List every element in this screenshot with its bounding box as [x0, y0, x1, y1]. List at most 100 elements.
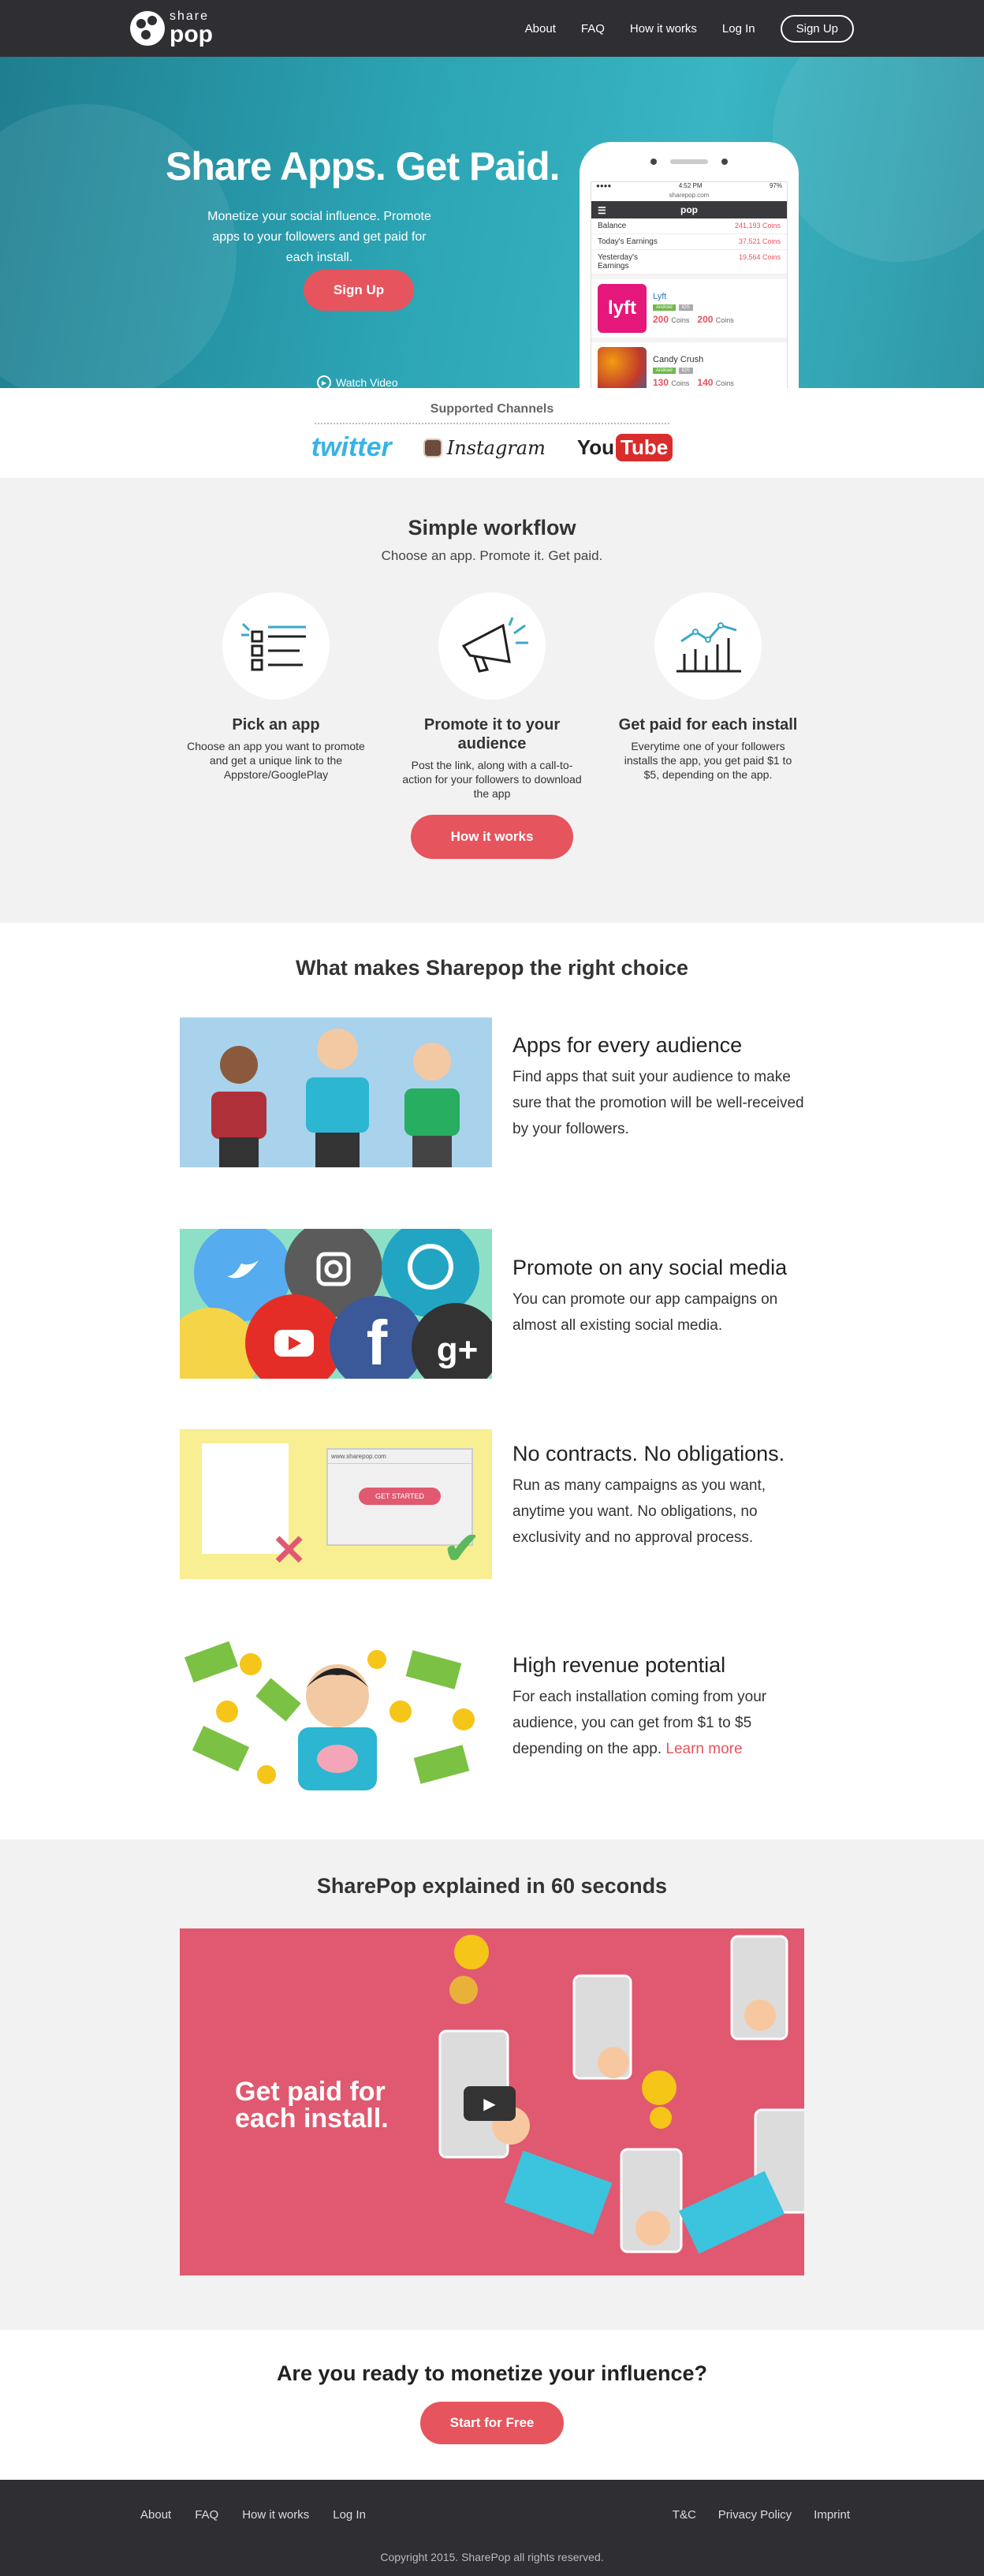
cta-section: Are you ready to monetize your influence… [0, 2330, 984, 2480]
feature-title: No contracts. No obligations. [512, 1442, 785, 1465]
workflow-section: Simple workflow Choose an app. Promote i… [0, 478, 984, 923]
phone-screen: ●●●● 4:52 PM 97% sharepop.com ☰ pop Balance… [591, 181, 788, 388]
video-play-button[interactable]: ▶ [464, 2086, 516, 2121]
ios-tag: iOS [678, 368, 693, 374]
workflow-title: Simple workflow [408, 516, 576, 539]
app-card[interactable]: lyft Lyft Android iOS 200 Coins 200 Coins [591, 279, 787, 338]
coins-android: 130 Coins [653, 377, 690, 388]
no-contracts-illustration: ✕ www.sharepop.com GET STARTED ✔ [180, 1429, 492, 1579]
app-card[interactable]: Candy Crush Android iOS 130 Coins 140 Coin… [591, 342, 787, 388]
channels-title: Supported Channels [430, 402, 554, 416]
phone-camera-icon [650, 159, 657, 165]
svg-text:f: f [367, 1308, 388, 1378]
feature-social-media: Promote on any social media You can prom… [512, 1256, 812, 1338]
hero-title: Share Apps. Get Paid. [166, 144, 561, 189]
step-title: Promote it to your audience [423, 716, 561, 752]
nav-about[interactable]: About [525, 22, 556, 35]
stat-label: Yesterday's Earnings [598, 253, 639, 271]
watch-video-label: Watch Video [336, 376, 398, 388]
candy-crush-app-icon [598, 347, 647, 388]
hero-text: Monetize your social influence. Promote … [207, 210, 431, 264]
checklist-icon [222, 592, 330, 700]
cta-title: Are you ready to monetize your influence… [276, 2361, 708, 2385]
step-title: Pick an app [232, 716, 320, 734]
feature-text: Run as many campaigns as you want, anyti… [512, 1477, 766, 1546]
footer-login[interactable]: Log In [333, 2508, 366, 2522]
top-nav: share pop About FAQ How it works Log In … [0, 0, 984, 57]
footer-about[interactable]: About [140, 2508, 171, 2522]
nav-links: About FAQ How it works Log In Sign Up [525, 14, 854, 43]
nav-how-it-works[interactable]: How it works [630, 22, 697, 35]
phone-speaker [670, 159, 708, 164]
footer-privacy[interactable]: Privacy Policy [718, 2508, 792, 2522]
instagram-logo: Instagram [423, 437, 546, 459]
youtube-logo: You Tube [577, 434, 673, 461]
supported-channels: Supported Channels twitter Instagram You… [0, 388, 984, 478]
workflow-step: Promote it to your audience Post the lin… [401, 592, 583, 801]
growth-chart-icon [654, 592, 762, 700]
logo-bottom-text: pop [170, 21, 213, 47]
footer-faq[interactable]: FAQ [195, 2508, 218, 2522]
menu-icon: ☰ [598, 205, 606, 216]
feature-revenue: High revenue potential For each installa… [512, 1653, 812, 1762]
feature-audience: Apps for every audience Find apps that s… [512, 1033, 812, 1142]
logo[interactable]: share pop [130, 10, 213, 47]
footer-links-left: About FAQ How it works Log In [140, 2508, 366, 2522]
step-text: Post the link, along with a call-to-acti… [402, 759, 582, 800]
android-tag: Android [653, 304, 676, 311]
social-media-illustration: f g+ [180, 1229, 492, 1379]
hero-bg-shape [773, 57, 984, 262]
footer-imprint[interactable]: Imprint [814, 2508, 850, 2522]
step-title: Get paid for each install [618, 716, 798, 734]
app-name: Candy Crush [653, 355, 704, 364]
phone-time: 4:52 PM [678, 182, 703, 189]
cross-icon: ✕ [271, 1527, 308, 1574]
workflow-subtitle: Choose an app. Promote it. Get paid. [381, 548, 603, 563]
play-icon: ▶ [317, 375, 331, 388]
check-icon: ✔ [443, 1523, 480, 1573]
video-section-title: SharePop explained in 60 seconds [316, 1874, 668, 1898]
phone-stat-row: Yesterday's Earnings 19,564 Coins [591, 250, 787, 274]
feature-title: Apps for every audience [512, 1033, 743, 1057]
feature-text: You can promote our app campaigns on alm… [512, 1291, 778, 1334]
footer-how-it-works[interactable]: How it works [242, 2508, 309, 2522]
footer-links-right: T&C Privacy Policy Imprint [673, 2508, 850, 2522]
workflow-step: Pick an app Choose an app you want to pr… [184, 592, 367, 801]
megaphone-icon [438, 592, 546, 700]
hero-signup-button[interactable]: Sign Up [304, 270, 414, 311]
video-caption: Get paid for each install. [235, 2077, 389, 2134]
how-it-works-button[interactable]: How it works [411, 815, 573, 859]
phone-url: sharepop.com [591, 192, 787, 201]
stat-value: 37,521 Coins [738, 237, 781, 245]
feature-text: Find apps that suit your audience to mak… [512, 1069, 804, 1137]
feature-title: Promote on any social media [512, 1256, 788, 1279]
coins-ios: 140 Coins [697, 377, 734, 388]
footer: About FAQ How it works Log In T&C Privac… [0, 2480, 984, 2576]
audience-illustration [180, 1017, 492, 1167]
android-tag: Android [653, 368, 676, 374]
step-text: Choose an app you want to promote and ge… [187, 740, 365, 781]
feature-no-contracts: No contracts. No obligations. Run as man… [512, 1442, 812, 1551]
explainer-video[interactable]: Get paid for each install. ▶ [180, 1928, 804, 2275]
learn-more-link[interactable]: Learn more [665, 1741, 742, 1757]
svg-text:g+: g+ [437, 1331, 479, 1369]
video-section: SharePop explained in 60 seconds Get pai… [0, 1839, 984, 2330]
phone-mockup: ●●●● 4:52 PM 97% sharepop.com ☰ pop Balance… [580, 142, 799, 388]
start-for-free-button[interactable]: Start for Free [420, 2402, 564, 2444]
nav-faq[interactable]: FAQ [581, 22, 605, 35]
watch-video-link[interactable]: ▶ Watch Video [317, 375, 398, 388]
nav-signup-button[interactable]: Sign Up [780, 14, 854, 43]
phone-stat-row: Today's Earnings 37,521 Coins [591, 234, 787, 250]
nav-login[interactable]: Log In [722, 22, 755, 35]
footer-terms[interactable]: T&C [673, 2508, 696, 2522]
copyright: Copyright 2015. SharePop all rights rese… [380, 2551, 604, 2563]
lyft-app-icon: lyft [598, 284, 647, 333]
stat-value: 241,193 Coins [734, 222, 781, 230]
dotted-divider [315, 423, 669, 424]
feature-title: High revenue potential [512, 1653, 726, 1677]
browser-url: www.sharepop.com [328, 1450, 472, 1464]
signal-icon: ●●●● [596, 182, 612, 189]
stat-label: Today's Earnings [598, 237, 658, 246]
stat-value: 19,564 Coins [738, 253, 781, 261]
coins-android: 200 Coins [653, 314, 690, 325]
